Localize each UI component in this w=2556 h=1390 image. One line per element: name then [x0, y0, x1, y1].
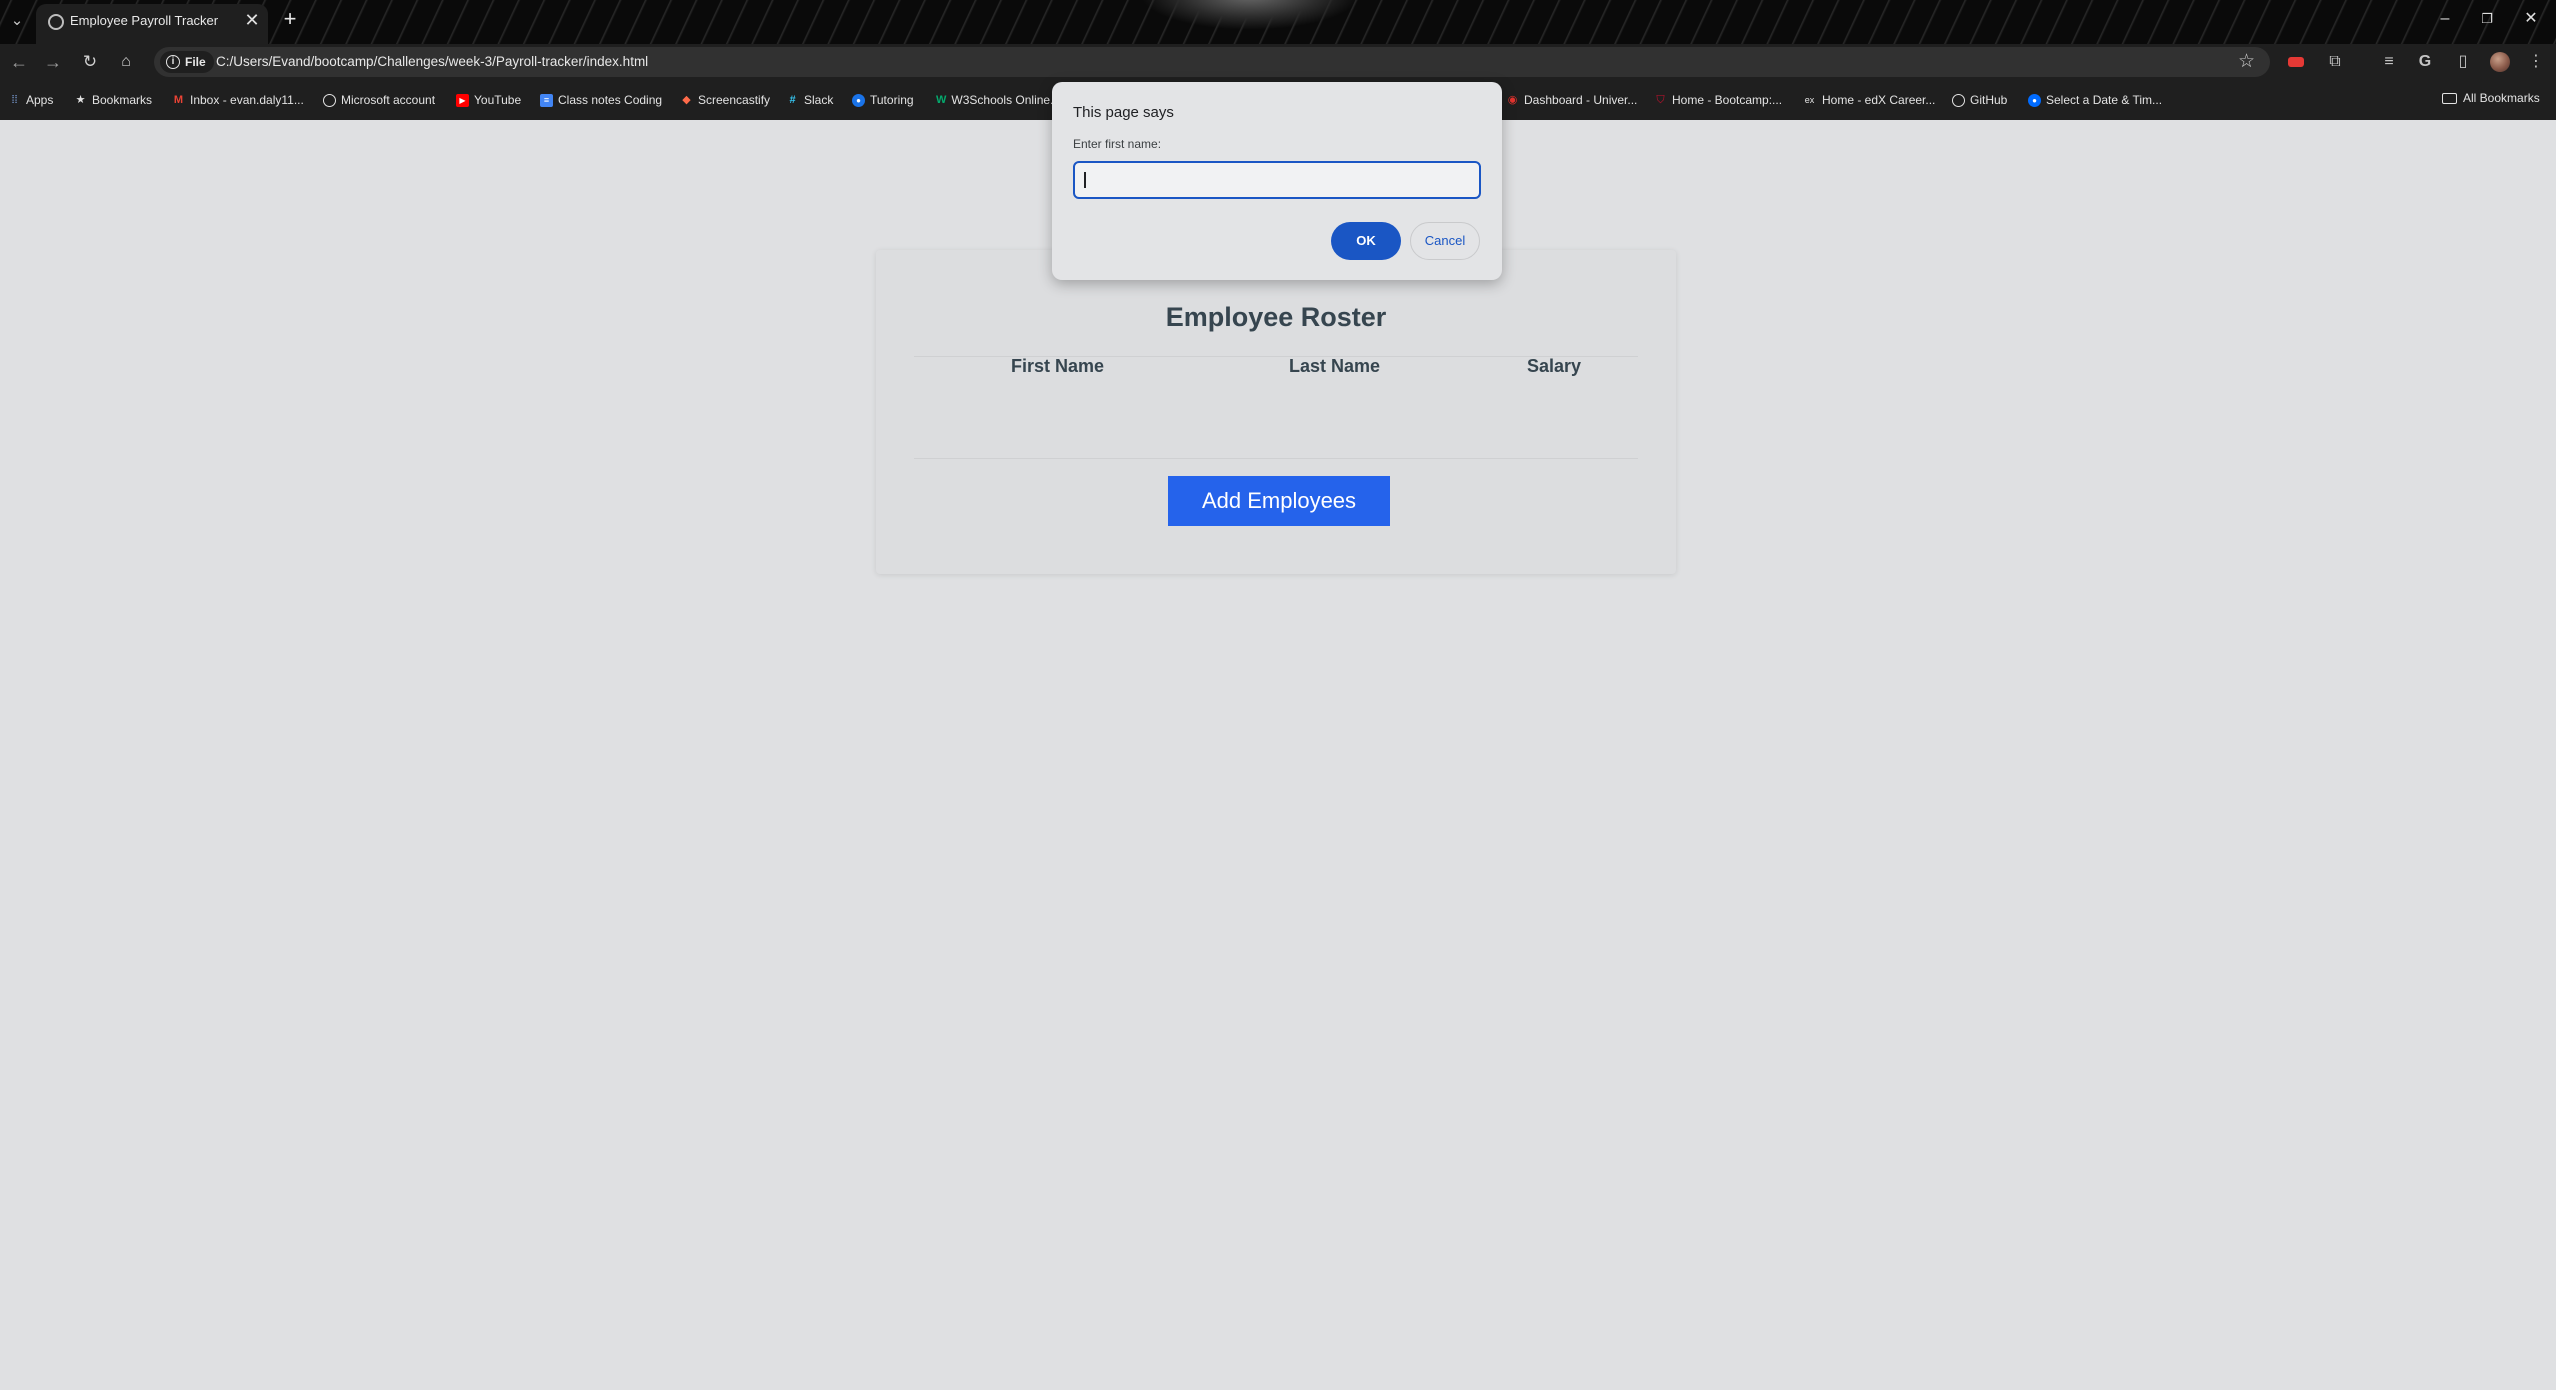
bookmark-label: Screencastify [698, 93, 771, 107]
docs-icon: ≡ [540, 93, 553, 107]
bookmark-label: Apps [26, 93, 54, 107]
canvas-icon: ◉ [1507, 93, 1518, 106]
column-header-salary: Salary [1527, 356, 1582, 376]
bookmark-label: Select a Date & Tim... [2046, 93, 2163, 107]
folder-icon [2442, 92, 2457, 104]
bookmark-bookmarks[interactable]: ★ Bookmarks [74, 91, 152, 109]
menu-kebab-icon[interactable]: ⋮ [2525, 52, 2547, 72]
dialog-message: Enter first name: [1073, 137, 1162, 151]
screencastify-extension-icon[interactable] [2288, 57, 2304, 67]
star-icon: ★ [75, 93, 86, 106]
tab-strip: ⌄ Employee Payroll Tracker ✕ + – ❐ ✕ [0, 0, 2556, 44]
extensions-puzzle-icon[interactable]: ⧉ [2324, 52, 2346, 72]
bookmark-gmail-inbox[interactable]: M Inbox - evan.daly11... [172, 91, 304, 109]
address-bar[interactable]: i File C:/Users/Evand/bootcamp/Challenge… [154, 47, 2270, 77]
bookmark-edx[interactable]: ex Home - edX Career... [1802, 91, 1936, 109]
forward-arrow-icon[interactable]: → [40, 50, 66, 74]
side-panel-icon[interactable]: ▯ [2452, 52, 2474, 72]
bookmark-label: Dashboard - Univer... [1524, 93, 1638, 107]
w3schools-icon: W [936, 93, 947, 106]
youtube-icon: ▶ [456, 93, 469, 107]
bookmark-apps[interactable]: ⁞⁞ Apps [8, 91, 53, 109]
bookmark-label: Microsoft account [341, 93, 436, 107]
new-tab-button[interactable]: + [278, 7, 302, 31]
bookmark-youtube[interactable]: ▶ YouTube [456, 91, 521, 109]
site-info-label: File [185, 55, 206, 69]
bookmark-label: Home - Bootcamp:... [1672, 93, 1783, 107]
tab-search-chevron-icon[interactable]: ⌄ [6, 10, 28, 32]
site-info-chip[interactable]: i File [160, 51, 214, 73]
bookmark-label: Tutoring [870, 93, 914, 107]
tab-employee-payroll-tracker[interactable]: Employee Payroll Tracker ✕ [36, 4, 268, 44]
home-icon[interactable]: ⌂ [113, 50, 139, 74]
apps-grid-icon: ⁞⁞ [11, 93, 18, 106]
shield-icon: ⛉ [1656, 93, 1665, 106]
back-arrow-icon[interactable]: ← [6, 50, 32, 74]
github-icon [1952, 93, 1965, 107]
text-cursor [1084, 172, 1086, 188]
reload-icon[interactable]: ↻ [77, 50, 103, 74]
bookmark-label: YouTube [474, 93, 522, 107]
bookmark-label: Slack [804, 93, 834, 107]
bookmark-w3schools[interactable]: W W3Schools Online... [936, 91, 1052, 109]
bookmark-label: Bookmarks [92, 93, 153, 107]
cancel-button[interactable]: Cancel [1410, 222, 1480, 260]
tutoring-icon: ● [852, 93, 865, 107]
bookmark-label: Class notes Coding [558, 93, 663, 107]
ok-button[interactable]: OK [1331, 222, 1401, 260]
employee-roster-card: Employee Roster First Name Last Name Sal… [876, 250, 1676, 574]
bookmark-github[interactable]: GitHub [1952, 91, 2007, 109]
all-bookmarks[interactable]: All Bookmarks [2442, 91, 2540, 105]
column-header-first-name: First Name [1011, 356, 1105, 376]
close-icon[interactable]: ✕ [242, 10, 262, 30]
slack-icon: # [789, 93, 796, 106]
profile-avatar[interactable] [2490, 52, 2510, 72]
bookmark-class-notes[interactable]: ≡ Class notes Coding [540, 91, 662, 109]
toolbar: ← → ↻ ⌂ i File C:/Users/Evand/bootcamp/C… [0, 44, 2556, 80]
restore-icon[interactable]: ❐ [2472, 6, 2502, 32]
edx-icon: ex [1804, 94, 1815, 105]
add-employees-button[interactable]: Add Employees [1168, 476, 1390, 526]
window-close-icon[interactable]: ✕ [2516, 6, 2546, 32]
bookmark-label: Home - edX Career... [1822, 93, 1936, 107]
bookmark-star-icon[interactable]: ☆ [2238, 50, 2255, 73]
page-title: Employee Roster [1165, 302, 1387, 332]
url-text[interactable]: C:/Users/Evand/bootcamp/Challenges/week-… [216, 54, 648, 69]
calendly-icon: ● [2028, 93, 2041, 107]
info-icon: i [166, 55, 180, 69]
screencastify-icon: ◆ [682, 93, 691, 106]
prompt-dialog: This page says Enter first name: OK Canc… [1052, 82, 1502, 280]
bookmark-label: GitHub [1970, 93, 2008, 107]
google-lens-icon[interactable]: G [2414, 52, 2436, 72]
bookmark-tutoring[interactable]: ● Tutoring [852, 91, 914, 109]
bookmark-dashboard[interactable]: ◉ Dashboard - Univer... [1506, 91, 1638, 109]
bookmark-home-bootcamp[interactable]: ⛉ Home - Bootcamp:... [1654, 91, 1782, 109]
bookmark-select-date[interactable]: ● Select a Date & Tim... [2028, 91, 2162, 109]
all-bookmarks-label: All Bookmarks [2463, 91, 2540, 105]
bookmark-microsoft-account[interactable]: Microsoft account [323, 91, 435, 109]
globe-icon [48, 14, 64, 30]
bookmark-label: W3Schools Online... [951, 93, 1052, 107]
table-footer-divider [914, 458, 1638, 459]
media-controls-icon[interactable]: ≡ [2378, 52, 2400, 72]
first-name-input[interactable] [1073, 161, 1481, 199]
column-header-last-name: Last Name [1289, 356, 1381, 376]
minimize-icon[interactable]: – [2430, 6, 2460, 32]
bookmark-slack[interactable]: # Slack [786, 91, 833, 109]
bookmark-screencastify[interactable]: ◆ Screencastify [680, 91, 770, 109]
tab-title: Employee Payroll Tracker [70, 13, 219, 28]
dialog-title: This page says [1073, 104, 1174, 121]
gmail-icon: M [173, 93, 184, 106]
globe-icon [323, 93, 336, 107]
bookmark-label: Inbox - evan.daly11... [190, 93, 304, 107]
